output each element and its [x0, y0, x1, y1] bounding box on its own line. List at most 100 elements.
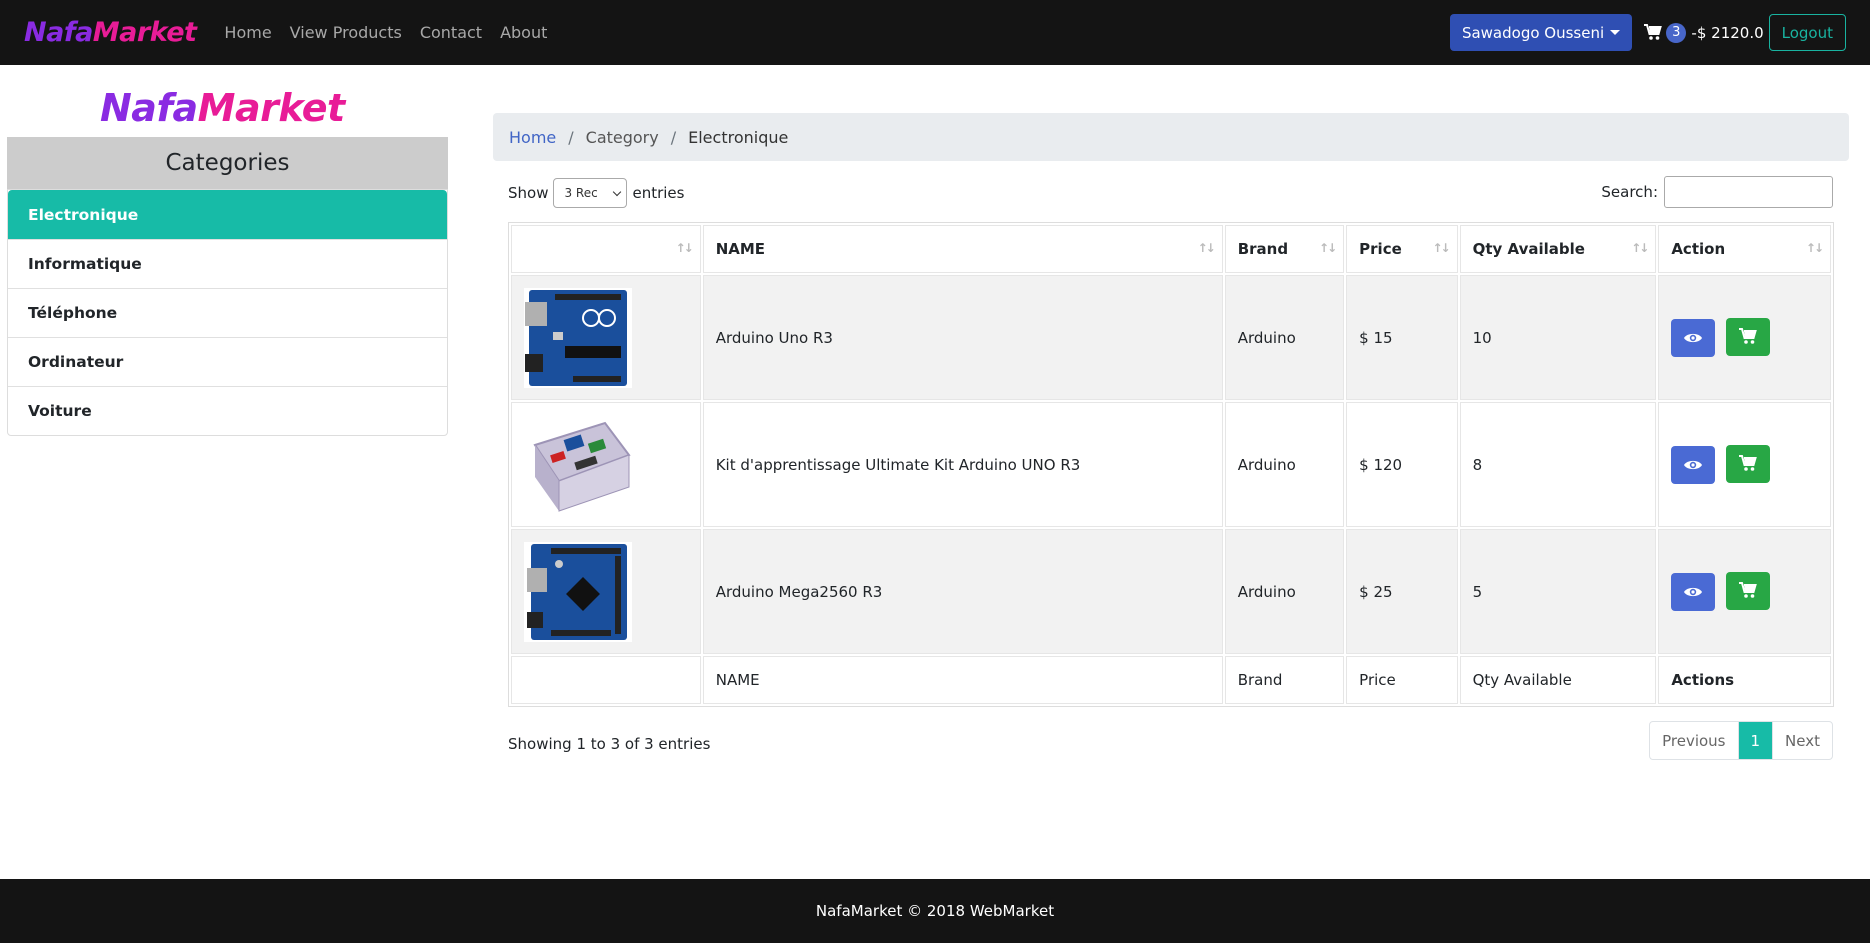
- breadcrumb: Home / Category / Electronique: [493, 113, 1849, 161]
- footer-cell-price: Price: [1346, 656, 1458, 704]
- user-dropdown-button[interactable]: Sawadogo Ousseni: [1449, 14, 1633, 51]
- nav-right: Sawadogo Ousseni 3 -$ 2120.0 Logout: [1449, 14, 1846, 51]
- nav-link-about[interactable]: About: [500, 23, 547, 42]
- product-image-arduino-mega: [524, 541, 632, 642]
- product-qty: 8: [1459, 402, 1657, 527]
- pagination-next[interactable]: Next: [1772, 722, 1832, 759]
- search-label: Search:: [1601, 183, 1658, 201]
- footer-cell-brand: Brand: [1224, 656, 1345, 704]
- brand-logo[interactable]: NafaMarket: [24, 17, 197, 48]
- table-row: Kit d'apprentissage Ultimate Kit Arduino…: [511, 402, 1831, 527]
- products-table-wrapper: ↑↓ NAME ↑↓ Brand ↑↓ Price ↑↓ Qty Available ↑…: [508, 222, 1834, 707]
- sort-icon: ↑↓: [1432, 241, 1450, 255]
- column-header-action[interactable]: Action ↑↓: [1658, 225, 1831, 273]
- entries-length-control: Show 3 Rec entries: [508, 178, 684, 208]
- product-image-arduino-kit: [524, 414, 632, 515]
- pagination-previous[interactable]: Previous: [1650, 722, 1737, 759]
- breadcrumb-home[interactable]: Home: [509, 128, 556, 147]
- footer-cell-actions: Actions: [1658, 656, 1831, 704]
- product-name: Arduino Mega2560 R3: [702, 529, 1223, 654]
- categories-list: Electronique Informatique Téléphone Ordi…: [7, 189, 448, 436]
- sidebar-item-telephone[interactable]: Téléphone: [8, 288, 447, 337]
- product-brand: Arduino: [1224, 402, 1345, 527]
- table-header-row: ↑↓ NAME ↑↓ Brand ↑↓ Price ↑↓ Qty Available ↑…: [511, 225, 1831, 273]
- nav-link-contact[interactable]: Contact: [420, 23, 482, 42]
- cart-total: -$ 2120.0: [1691, 23, 1764, 42]
- product-image-arduino-uno: [524, 287, 632, 388]
- view-product-button[interactable]: [1671, 319, 1716, 358]
- sort-icon: ↑↓: [1319, 241, 1337, 255]
- sidebar-item-ordinateur[interactable]: Ordinateur: [8, 337, 447, 386]
- nav-link-home[interactable]: Home: [224, 23, 271, 42]
- cart-icon: [1739, 328, 1757, 345]
- sort-icon: ↑↓: [1197, 241, 1216, 255]
- cart-icon: [1644, 24, 1662, 41]
- view-product-button[interactable]: [1671, 573, 1716, 612]
- product-price: $ 120: [1346, 402, 1458, 527]
- breadcrumb-separator: /: [670, 127, 677, 147]
- eye-icon: [1684, 588, 1703, 597]
- product-price: $ 25: [1346, 529, 1458, 654]
- sort-icon: ↑↓: [1805, 241, 1824, 255]
- nav-link-view-products[interactable]: View Products: [290, 23, 402, 42]
- product-actions: [1658, 529, 1831, 654]
- product-image-cell: [511, 402, 701, 527]
- sidebar-logo: NafaMarket: [100, 86, 345, 130]
- product-actions: [1658, 402, 1831, 527]
- pagination-page-1[interactable]: 1: [1737, 722, 1773, 759]
- pagination: Previous 1 Next: [1649, 721, 1833, 760]
- brand-logo-part2: Market: [92, 17, 197, 48]
- sidebar-item-voiture[interactable]: Voiture: [8, 386, 447, 435]
- brand-logo-part1: Nafa: [24, 17, 93, 48]
- cart-link[interactable]: 3 -$ 2120.0: [1638, 22, 1764, 43]
- add-to-cart-button[interactable]: [1726, 444, 1771, 483]
- product-name: Kit d'apprentissage Ultimate Kit Arduino…: [702, 402, 1223, 527]
- eye-icon: [1684, 334, 1703, 343]
- show-label: Show: [508, 184, 549, 202]
- footer-cell-name: NAME: [702, 656, 1223, 704]
- cart-count-badge: 3: [1666, 22, 1687, 43]
- footer-cell-image: [511, 656, 701, 704]
- categories-header: Categories: [7, 137, 448, 189]
- products-table: ↑↓ NAME ↑↓ Brand ↑↓ Price ↑↓ Qty Available ↑…: [509, 223, 1833, 706]
- column-header-price[interactable]: Price ↑↓: [1346, 225, 1458, 273]
- chevron-down-icon: [613, 187, 622, 196]
- product-image-cell: [511, 275, 701, 400]
- user-name: Sawadogo Ousseni: [1461, 23, 1605, 42]
- view-product-button[interactable]: [1671, 446, 1716, 485]
- table-row: Arduino Mega2560 R3 Arduino $ 25 5: [511, 529, 1831, 654]
- add-to-cart-button[interactable]: [1726, 317, 1771, 356]
- top-navbar: NafaMarket Home View Products Contact Ab…: [0, 0, 1870, 65]
- entries-select-value: 3 Rec: [564, 186, 598, 200]
- footer-text: NafaMarket © 2018 WebMarket: [815, 902, 1055, 920]
- entries-select[interactable]: 3 Rec: [553, 178, 628, 208]
- sort-icon: ↑↓: [675, 241, 694, 255]
- breadcrumb-separator: /: [568, 127, 574, 147]
- entries-label: entries: [632, 184, 685, 202]
- column-header-image[interactable]: ↑↓: [511, 225, 701, 273]
- sort-icon: ↑↓: [1631, 241, 1649, 255]
- search-input[interactable]: [1664, 176, 1833, 208]
- logout-button[interactable]: Logout: [1768, 14, 1846, 51]
- add-to-cart-button[interactable]: [1726, 571, 1771, 610]
- page-footer: NafaMarket © 2018 WebMarket: [0, 879, 1870, 943]
- breadcrumb-category: Category: [585, 127, 659, 147]
- column-header-brand[interactable]: Brand ↑↓: [1224, 225, 1345, 273]
- cart-icon: [1739, 455, 1757, 472]
- sidebar-item-electronique[interactable]: Electronique: [8, 190, 447, 239]
- column-header-qty[interactable]: Qty Available ↑↓: [1459, 225, 1657, 273]
- table-search: Search:: [1601, 176, 1833, 208]
- chevron-down-icon: [1610, 30, 1621, 35]
- nav-links: Home View Products Contact About: [224, 23, 547, 42]
- product-name: Arduino Uno R3: [702, 275, 1223, 400]
- product-brand: Arduino: [1224, 529, 1345, 654]
- column-header-name[interactable]: NAME ↑↓: [702, 225, 1223, 273]
- product-qty: 5: [1459, 529, 1657, 654]
- sidebar-logo-part2: Market: [197, 86, 346, 130]
- sidebar-logo-part1: Nafa: [100, 86, 198, 130]
- table-info: Showing 1 to 3 of 3 entries: [508, 735, 711, 753]
- product-qty: 10: [1459, 275, 1657, 400]
- product-actions: [1658, 275, 1831, 400]
- eye-icon: [1684, 461, 1703, 470]
- sidebar-item-informatique[interactable]: Informatique: [8, 239, 447, 288]
